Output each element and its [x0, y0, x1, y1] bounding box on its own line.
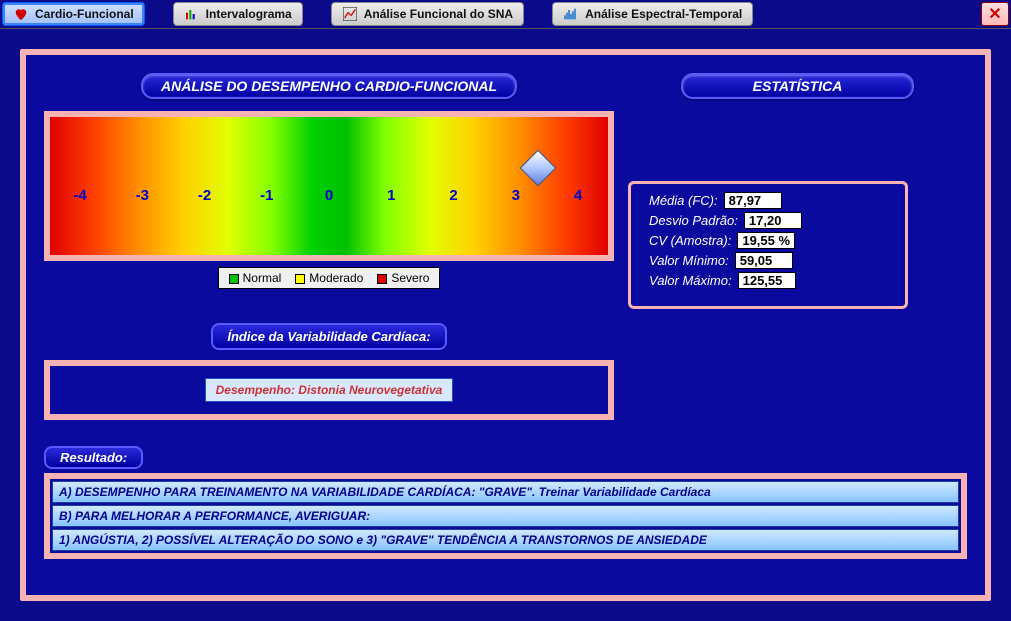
stat-label: Valor Máximo:	[649, 273, 732, 288]
gauge-ticks: -4 -3 -2 -1 0 1 2 3 4	[50, 187, 608, 204]
tick: 3	[504, 187, 528, 204]
resultado-frame: A) DESEMPENHO PARA TREINAMENTO NA VARIAB…	[44, 473, 967, 559]
result-line: B) PARA MELHORAR A PERFORMANCE, AVERIGUA…	[52, 505, 959, 527]
result-line: A) DESEMPENHO PARA TREINAMENTO NA VARIAB…	[52, 481, 959, 503]
stat-row: Média (FC): 87,97	[649, 192, 887, 209]
tick: 1	[379, 187, 403, 204]
close-icon: ✕	[988, 4, 1001, 24]
tab-label: Cardio-Funcional	[35, 7, 134, 21]
legend-label: Moderado	[309, 271, 363, 285]
main-frame: ANÁLISE DO DESEMPENHO CARDIO-FUNCIONAL -…	[20, 49, 991, 601]
bars-icon	[184, 6, 200, 22]
stats-box: Média (FC): 87,97 Desvio Padrão: 17,20 CV …	[628, 181, 908, 309]
tick: -4	[68, 187, 92, 204]
stat-value: 19,55 %	[737, 232, 795, 249]
stat-row: Valor Máximo: 125,55	[649, 272, 887, 289]
stat-value: 125,55	[738, 272, 796, 289]
left-panel: ANÁLISE DO DESEMPENHO CARDIO-FUNCIONAL -…	[44, 73, 614, 420]
toolbar: Cardio-Funcional Intervalograma Análise …	[0, 0, 1011, 29]
chart-icon	[342, 6, 358, 22]
close-button[interactable]: ✕	[981, 2, 1009, 26]
stat-label: Média (FC):	[649, 193, 718, 208]
index-title: Índice da Variabilidade Cardíaca:	[211, 323, 446, 350]
gauge-legend: Normal Moderado Severo	[44, 267, 614, 289]
tick: -1	[255, 187, 279, 204]
desempenho-badge: Desempenho: Distonia Neurovegetativa	[205, 378, 454, 402]
stat-label: Valor Mínimo:	[649, 253, 729, 268]
tab-label: Intervalograma	[206, 7, 292, 21]
tick: 0	[317, 187, 341, 204]
stat-value: 59,05	[735, 252, 793, 269]
legend-label: Normal	[243, 271, 282, 285]
left-panel-title: ANÁLISE DO DESEMPENHO CARDIO-FUNCIONAL	[141, 73, 517, 99]
stat-row: Valor Mínimo: 59,05	[649, 252, 887, 269]
resultado-header: Resultado:	[44, 446, 143, 469]
stat-row: Desvio Padrão: 17,20	[649, 212, 887, 229]
tab-analise-sna[interactable]: Análise Funcional do SNA	[331, 2, 524, 26]
heart-icon	[13, 6, 29, 22]
tick: -2	[193, 187, 217, 204]
main-area: ANÁLISE DO DESEMPENHO CARDIO-FUNCIONAL -…	[0, 29, 1011, 621]
tick: -3	[130, 187, 154, 204]
result-line: 1) ANGÚSTIA, 2) POSSÍVEL ALTERAÇÃO DO SO…	[52, 529, 959, 551]
gauge-gradient	[50, 117, 608, 255]
stat-value: 87,97	[724, 192, 782, 209]
right-panel: ESTATÍSTICA Média (FC): 87,97 Desvio Padr…	[628, 73, 967, 420]
tick: 4	[566, 187, 590, 204]
tab-intervalograma[interactable]: Intervalograma	[173, 2, 303, 26]
stat-value: 17,20	[744, 212, 802, 229]
swatch-severo	[377, 274, 387, 284]
cardio-gauge: -4 -3 -2 -1 0 1 2 3 4	[44, 111, 614, 261]
spectrum-icon	[563, 6, 579, 22]
tab-cardio-funcional[interactable]: Cardio-Funcional	[2, 2, 145, 26]
right-panel-title: ESTATÍSTICA	[681, 73, 915, 99]
stat-label: Desvio Padrão:	[649, 213, 738, 228]
stat-label: CV (Amostra):	[649, 233, 731, 248]
tab-label: Análise Espectral-Temporal	[585, 7, 742, 21]
legend-item: Moderado	[295, 271, 363, 285]
swatch-normal	[229, 274, 239, 284]
tick: 2	[442, 187, 466, 204]
stat-row: CV (Amostra): 19,55 %	[649, 232, 887, 249]
legend-label: Severo	[391, 271, 429, 285]
legend-item: Normal	[229, 271, 282, 285]
legend-item: Severo	[377, 271, 429, 285]
desempenho-frame: Desempenho: Distonia Neurovegetativa	[44, 360, 614, 420]
swatch-moderado	[295, 274, 305, 284]
tab-espectral-temporal[interactable]: Análise Espectral-Temporal	[552, 2, 753, 26]
tab-label: Análise Funcional do SNA	[364, 7, 513, 21]
